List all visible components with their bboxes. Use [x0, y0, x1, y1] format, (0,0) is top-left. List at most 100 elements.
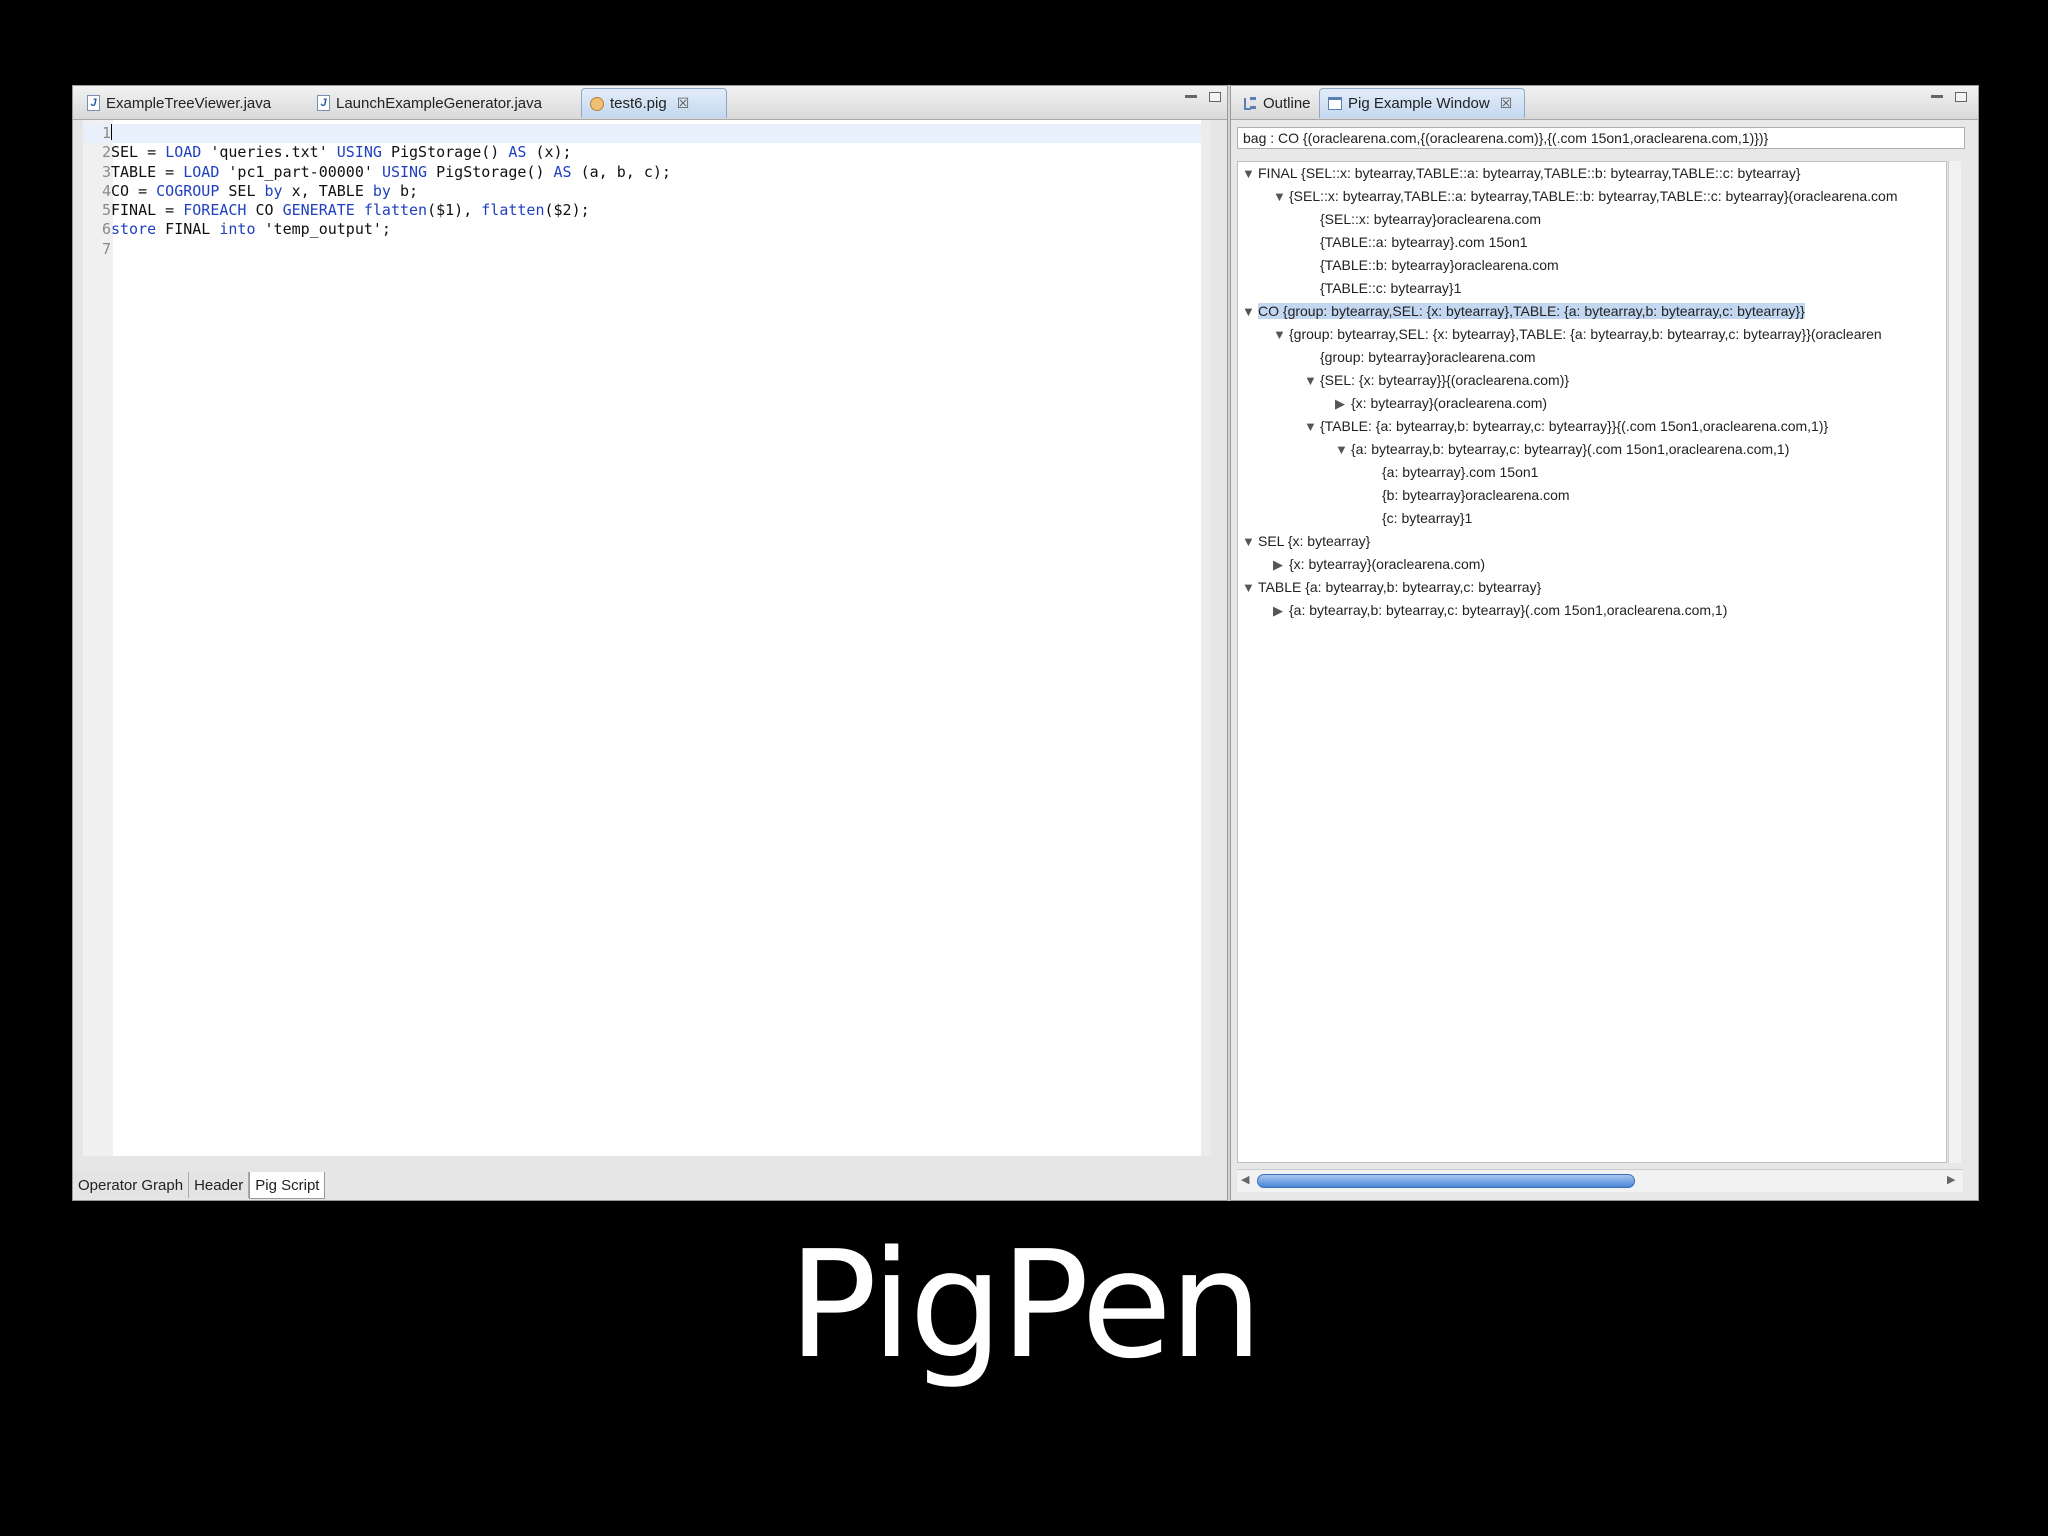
view-window-controls [1931, 92, 1967, 102]
tab-label: Pig Example Window [1348, 95, 1490, 112]
tab-launch-example-generator[interactable]: J LaunchExampleGenerator.java [309, 88, 579, 118]
minimize-icon[interactable] [1931, 95, 1943, 98]
keyword-token: LOAD [165, 143, 202, 162]
tree-horizontal-scrollbar[interactable]: ◀ ▶ [1237, 1169, 1963, 1192]
tree-node[interactable]: {c: bytearray}1 [1366, 507, 1472, 530]
tree-node-label: {a: bytearray,b: bytearray,c: bytearray}… [1351, 441, 1790, 457]
tree-node[interactable]: {TABLE::a: bytearray}.com 15on1 [1304, 231, 1528, 254]
expand-icon[interactable]: ▼ [1242, 162, 1258, 185]
slide-caption: PigPen [788, 1219, 1263, 1391]
tree-node[interactable]: ▶ {x: bytearray}(oraclearena.com) [1335, 392, 1547, 415]
code-editor[interactable]: 1 2 SEL = LOAD 'queries.txt' USING PigSto… [83, 120, 1211, 1156]
tree-node[interactable]: ▼ {a: bytearray,b: bytearray,c: bytearray… [1335, 438, 1789, 461]
tree-node[interactable]: {TABLE::b: bytearray}oraclearena.com [1304, 254, 1559, 277]
code-token: SEL = [111, 143, 166, 162]
tree-node[interactable]: ▼ SEL {x: bytearray} [1242, 530, 1370, 553]
tree-node-label: {b: bytearray}oraclearena.com [1382, 487, 1570, 503]
tree-node-label: TABLE {a: bytearray,b: bytearray,c: byte… [1258, 579, 1542, 595]
code-token: 'queries.txt' [201, 143, 337, 162]
tree-node-label: {a: bytearray}.com 15on1 [1382, 464, 1539, 480]
close-icon[interactable]: ☒ [1500, 95, 1513, 112]
maximize-icon[interactable] [1955, 92, 1967, 102]
tree-node[interactable]: {a: bytearray}.com 15on1 [1366, 461, 1538, 484]
code-token: ($1), [427, 201, 482, 220]
expand-icon[interactable]: ▶ [1273, 553, 1289, 576]
tree-node[interactable]: ▼ FINAL {SEL::x: bytearray,TABLE::a: byte… [1242, 162, 1801, 185]
tree-node[interactable]: {group: bytearray}oraclearena.com [1304, 346, 1536, 369]
keyword-token: AS [553, 162, 572, 181]
code-token: b; [390, 181, 419, 200]
java-file-icon: J [87, 95, 100, 111]
tree-node[interactable]: {b: bytearray}oraclearena.com [1366, 484, 1570, 507]
expand-icon[interactable]: ▼ [1242, 530, 1258, 553]
tree-node-label: {SEL::x: bytearray}oraclearena.com [1320, 211, 1542, 227]
keyword-token: FOREACH [183, 201, 247, 220]
tree-node-label: SEL {x: bytearray} [1258, 533, 1371, 549]
tree-node[interactable]: {TABLE::c: bytearray}1 [1304, 277, 1461, 300]
scrollbar-thumb[interactable] [1257, 1174, 1635, 1188]
code-token: FINAL [156, 220, 220, 239]
expand-icon[interactable]: ▶ [1335, 392, 1351, 415]
code-token: 'temp_output'; [255, 220, 391, 239]
code-token: ($2); [544, 201, 590, 220]
tab-label: Outline [1263, 94, 1311, 112]
code-token: (a, b, c); [571, 162, 671, 181]
tree-node[interactable]: ▼ {group: bytearray,SEL: {x: bytearray},T… [1273, 323, 1882, 346]
tree-node-label: {SEL::x: bytearray,TABLE::a: bytearray,T… [1289, 188, 1898, 204]
example-tree: ▼ FINAL {SEL::x: bytearray,TABLE::a: byte… [1237, 161, 1947, 1163]
bag-text-field[interactable]: bag : CO {(oraclearena.com,{(oraclearena… [1237, 127, 1965, 149]
tab-example-tree-viewer[interactable]: J ExampleTreeViewer.java [79, 88, 305, 118]
expand-icon[interactable]: ▼ [1242, 576, 1258, 599]
line-number: 4 [101, 181, 111, 200]
tree-node[interactable]: ▼ {SEL::x: bytearray,TABLE::a: bytearray,… [1273, 185, 1897, 208]
code-line-7: 7 [83, 240, 1201, 259]
tree-node[interactable]: ▼ TABLE {a: bytearray,b: bytearray,c: byt… [1242, 576, 1541, 599]
expand-icon[interactable]: ▼ [1273, 185, 1289, 208]
tree-vertical-scrollbar[interactable] [1948, 161, 1961, 1163]
code-line-3: 3 TABLE = LOAD 'pc1_part-00000' USING Pig… [83, 163, 1201, 182]
code-token: (x); [526, 143, 572, 162]
expand-icon[interactable]: ▼ [1304, 415, 1320, 438]
tree-node[interactable]: {SEL::x: bytearray}oraclearena.com [1304, 208, 1541, 231]
editor-tab-bar: J ExampleTreeViewer.java J LaunchExample… [73, 86, 1227, 120]
tab-test6-pig[interactable]: test6.pig ☒ [581, 88, 727, 118]
tree-node[interactable]: ▶ {x: bytearray}(oraclearena.com) [1273, 553, 1485, 576]
minimize-icon[interactable] [1185, 95, 1197, 98]
tab-label: ExampleTreeViewer.java [106, 94, 272, 112]
expand-icon[interactable]: ▼ [1335, 438, 1351, 461]
tree-node[interactable]: ▼ {TABLE: {a: bytearray,b: bytearray,c: b… [1304, 415, 1828, 438]
expand-icon[interactable]: ▼ [1273, 323, 1289, 346]
tree-node-label: {TABLE::a: bytearray}.com 15on1 [1320, 234, 1528, 250]
text-cursor [111, 124, 112, 140]
tree-node[interactable]: ▶ {a: bytearray,b: bytearray,c: bytearray… [1273, 599, 1727, 622]
close-icon[interactable]: ☒ [677, 95, 690, 112]
tab-pig-example-window[interactable]: Pig Example Window ☒ [1319, 88, 1525, 118]
code-token: TABLE = [111, 162, 184, 181]
code-line-2: 2 SEL = LOAD 'queries.txt' USING PigStora… [83, 143, 1201, 162]
code-token: PigStorage() [381, 143, 509, 162]
maximize-icon[interactable] [1209, 92, 1221, 102]
keyword-token: LOAD [183, 162, 220, 181]
expand-icon[interactable]: ▶ [1273, 599, 1289, 622]
code-token: PigStorage() [427, 162, 554, 181]
pig-file-icon [590, 96, 604, 111]
keyword-token: flatten [481, 201, 545, 220]
line-number: 6 [101, 220, 111, 239]
scroll-left-icon[interactable]: ◀ [1241, 1173, 1249, 1186]
code-token: x, TABLE [282, 181, 373, 200]
tree-node-selected[interactable]: ▼ CO {group: bytearray,SEL: {x: bytearray… [1242, 300, 1805, 323]
scroll-right-icon[interactable]: ▶ [1947, 1173, 1955, 1186]
expand-icon[interactable]: ▼ [1242, 300, 1258, 323]
window-icon [1328, 97, 1342, 110]
line-number: 3 [101, 162, 111, 181]
expand-icon[interactable]: ▼ [1304, 369, 1320, 392]
keyword-token: USING [336, 143, 382, 162]
keyword-token: COGROUP [156, 181, 220, 200]
tree-node-label: {TABLE::c: bytearray}1 [1320, 280, 1462, 296]
tree-node[interactable]: ▼ {SEL: {x: bytearray}}{(oraclearena.com)… [1304, 369, 1569, 392]
tab-outline[interactable]: Outline [1235, 88, 1317, 118]
editor-vertical-scrollbar[interactable] [1201, 120, 1211, 1156]
line-number: 2 [101, 143, 111, 162]
java-file-icon: J [317, 95, 330, 111]
editor-pane: J ExampleTreeViewer.java J LaunchExample… [72, 85, 1228, 1201]
